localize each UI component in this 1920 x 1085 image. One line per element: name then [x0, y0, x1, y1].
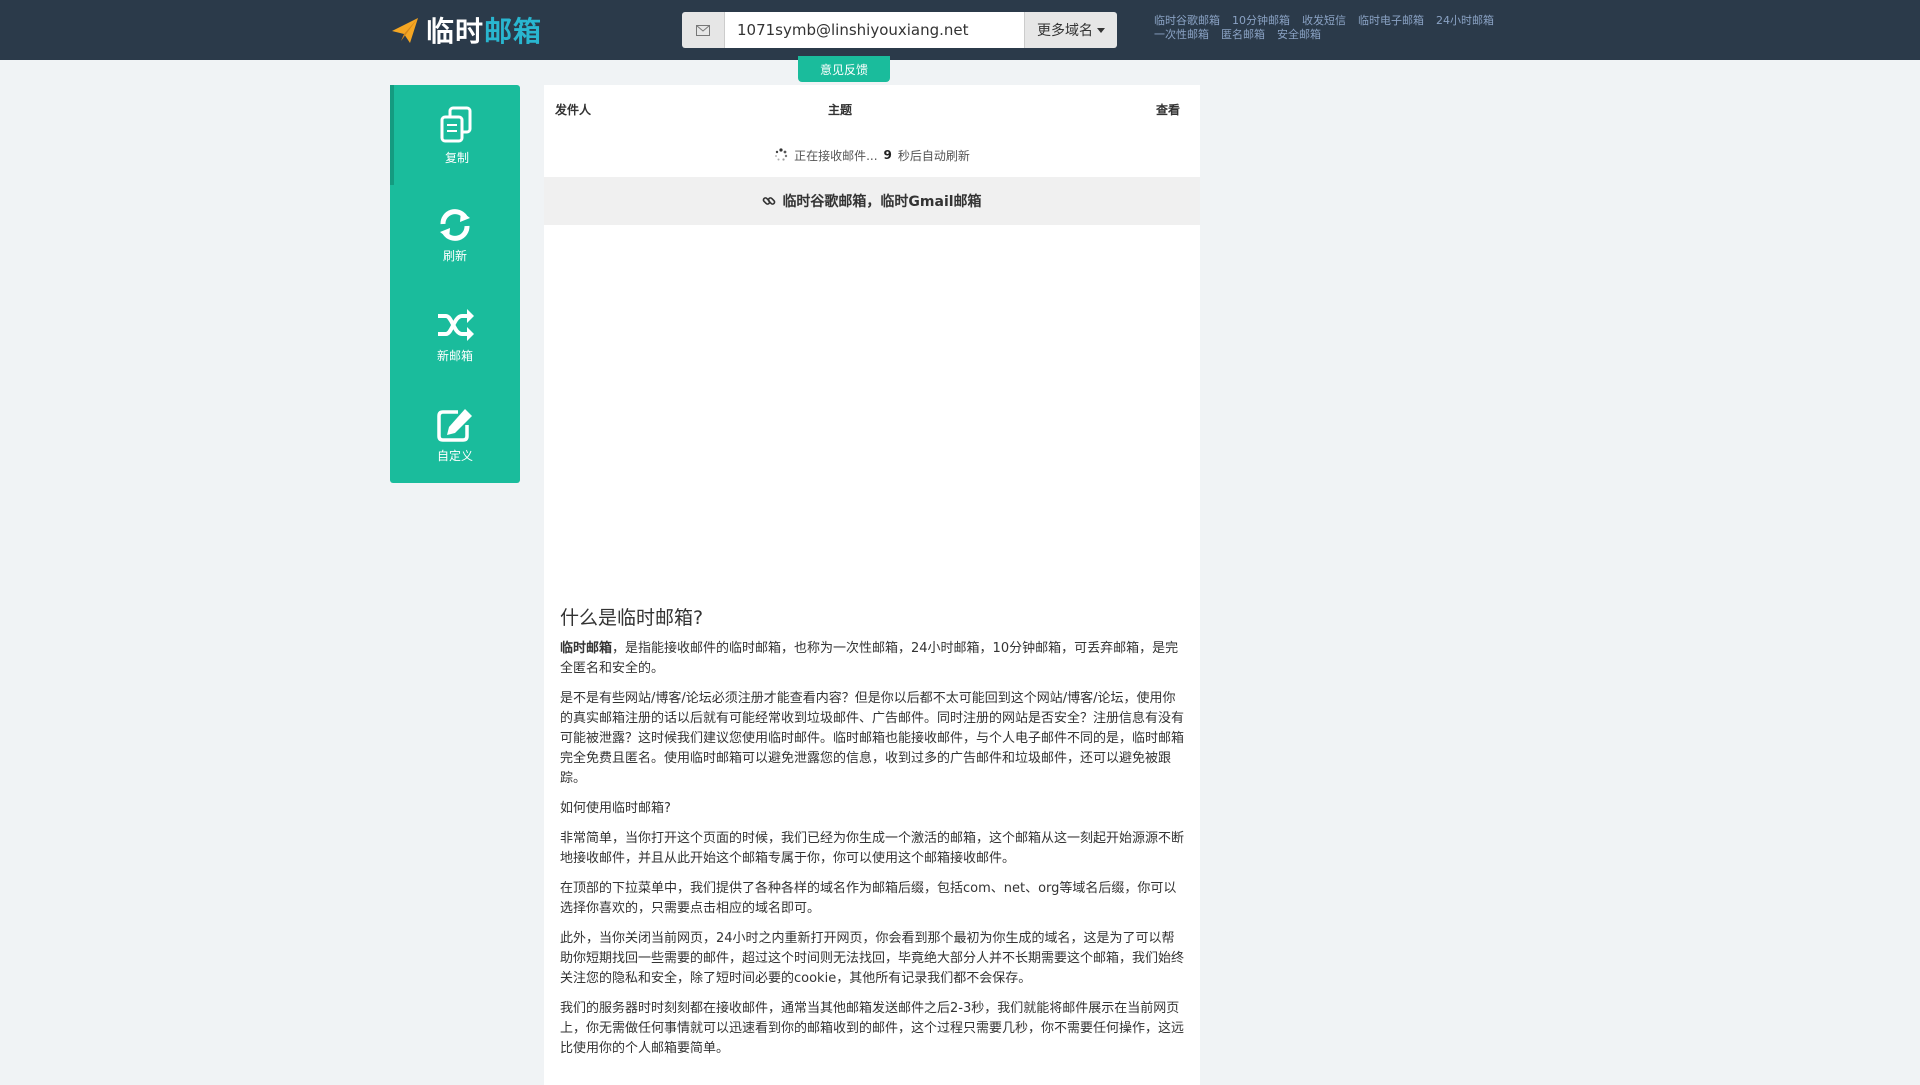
feedback-button[interactable]: 意见反馈 — [798, 56, 890, 82]
action-sidebar: 复制 刷新 新邮箱 自定义 — [390, 85, 520, 483]
logo-text-colored: 邮箱 — [484, 15, 543, 48]
copy-button[interactable]: 复制 — [390, 85, 520, 185]
inbox-table-header: 发件人 主题 查看 — [544, 85, 1200, 131]
logo-text-white: 临时 — [426, 15, 485, 48]
subject-column-header: 主题 — [828, 103, 853, 117]
paper-plane-logo-icon — [392, 18, 418, 43]
nav-link[interactable]: 临时电子邮箱 — [1358, 14, 1424, 28]
gmail-promo-link[interactable]: 临时谷歌邮箱，临时Gmail邮箱 — [544, 177, 1200, 225]
more-domains-label: 更多域名 — [1037, 23, 1093, 39]
customize-label: 自定义 — [436, 448, 473, 463]
article-paragraph: 我们的服务器时时刻刻都在接收邮件，通常当其他邮箱发送邮件之后2-3秒，我们就能将… — [560, 1001, 1185, 1056]
view-column-header: 查看 — [1155, 103, 1180, 117]
refresh-button[interactable]: 刷新 — [390, 185, 520, 285]
nav-link[interactable]: 临时谷歌邮箱 — [1154, 14, 1220, 28]
mailbox-address-group: 更多域名 — [682, 12, 1117, 48]
edit-icon — [437, 408, 472, 442]
status-suffix: 秒后自动刷新 — [897, 148, 970, 163]
new-mailbox-label: 新邮箱 — [436, 348, 473, 363]
nav-link[interactable]: 24小时邮箱 — [1436, 14, 1494, 28]
copy-label: 复制 — [444, 150, 469, 165]
refresh-icon — [440, 208, 470, 241]
inbox-panel: 发件人 主题 查看 正在接收邮件... 9 秒后自动刷新 临时谷歌邮箱，临时Gm… — [544, 85, 1200, 1085]
ad-placeholder — [544, 225, 1200, 605]
sender-column-header: 发件人 — [555, 103, 592, 117]
spinner-icon — [775, 148, 788, 161]
receiving-status: 正在接收邮件... 9 秒后自动刷新 — [544, 137, 1200, 173]
site-logo[interactable]: 临时邮箱 — [390, 12, 542, 48]
more-domains-dropdown[interactable]: 更多域名 — [1024, 12, 1117, 48]
nav-link[interactable]: 一次性邮箱 — [1154, 28, 1209, 42]
copy-icon — [440, 106, 472, 142]
article-bold-term: 临时邮箱 — [560, 641, 613, 656]
new-mailbox-button[interactable]: 新邮箱 — [390, 285, 520, 385]
random-icon — [438, 308, 474, 341]
status-prefix: 正在接收邮件... — [794, 148, 878, 163]
article-paragraph: 临时邮箱，是指能接收邮件的临时邮箱，也称为一次性邮箱，24小时邮箱，10分钟邮箱… — [560, 639, 1184, 679]
top-navbar: 临时邮箱 更多域名 临时谷歌邮箱 10分钟邮箱 收发短信 临时电子邮箱 24小时… — [0, 0, 1920, 60]
article-paragraph-text: ，是指能接收邮件的临时邮箱，也称为一次性邮箱，24小时邮箱，10分钟邮箱，可丢弃… — [560, 641, 1179, 676]
logo-text: 临时邮箱 — [426, 10, 542, 50]
article-title: 什么是临时邮箱? — [560, 607, 704, 629]
promo-text: 临时谷歌邮箱，临时Gmail邮箱 — [782, 194, 982, 210]
refresh-label: 刷新 — [442, 248, 467, 263]
top-nav-links: 临时谷歌邮箱 10分钟邮箱 收发短信 临时电子邮箱 24小时邮箱 一次性邮箱 匿… — [1154, 14, 1534, 42]
nav-link[interactable]: 安全邮箱 — [1277, 28, 1321, 42]
article-paragraph: 非常简单，当你打开这个页面的时候，我们已经为你生成一个激活的邮箱，这个邮箱从这一… — [560, 831, 1185, 866]
article-paragraph: 此外，当你关闭当前网页，24小时之内重新打开网页，你会看到那个最初为你生成的域名… — [560, 931, 1185, 986]
envelope-icon — [696, 24, 710, 36]
link-icon — [763, 197, 776, 205]
faq-article: 什么是临时邮箱? 临时邮箱，是指能接收邮件的临时邮箱，也称为一次性邮箱，24小时… — [560, 605, 1184, 1069]
article-subheading: 如何使用临时邮箱? — [560, 801, 671, 816]
customize-button[interactable]: 自定义 — [390, 385, 520, 485]
article-paragraph: 在顶部的下拉菜单中，我们提供了各种各样的域名作为邮箱后缀，包括com、net、o… — [560, 881, 1177, 916]
nav-link[interactable]: 10分钟邮箱 — [1232, 14, 1290, 28]
caret-down-icon — [1097, 27, 1105, 33]
refresh-countdown: 9 — [883, 148, 892, 162]
nav-link[interactable]: 收发短信 — [1302, 14, 1346, 28]
copy-address-addon[interactable] — [682, 12, 725, 48]
mailbox-address-input[interactable] — [725, 12, 1024, 48]
article-paragraph: 是不是有些网站/博客/论坛必须注册才能查看内容？但是你以后都不太可能回到这个网站… — [560, 691, 1185, 786]
nav-link[interactable]: 匿名邮箱 — [1221, 28, 1265, 42]
